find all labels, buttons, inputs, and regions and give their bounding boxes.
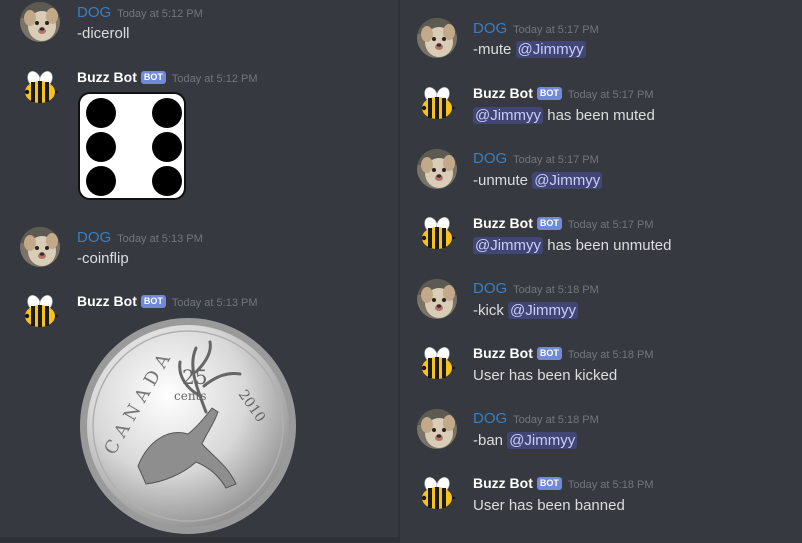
- canada-quarter-coin-image[interactable]: 25 cents 2010 CANADA: [78, 316, 298, 536]
- message-text: -coinflip: [77, 250, 129, 267]
- bee-avatar[interactable]: [20, 68, 60, 108]
- timestamp: Today at 5:12 PM: [117, 8, 203, 20]
- message-text: -kick @Jimmyy: [473, 302, 579, 319]
- timestamp: Today at 5:18 PM: [513, 414, 599, 426]
- message-text: -unmute @Jimmyy: [473, 172, 603, 189]
- bottom-divider: [0, 537, 400, 543]
- dice-pip: [86, 166, 116, 196]
- timestamp: Today at 5:17 PM: [513, 24, 599, 36]
- username[interactable]: Buzz Bot: [473, 215, 533, 231]
- username[interactable]: DOG: [473, 280, 507, 297]
- username[interactable]: DOG: [473, 20, 507, 37]
- timestamp: Today at 5:13 PM: [117, 233, 203, 245]
- username[interactable]: DOG: [473, 410, 507, 427]
- message-text: -mute @Jimmyy: [473, 41, 586, 58]
- dog-avatar[interactable]: [417, 18, 457, 58]
- bot-tag: BOT: [536, 347, 562, 360]
- coin-unit: cents: [174, 389, 207, 403]
- bee-avatar[interactable]: [20, 292, 60, 332]
- message-text: -diceroll: [77, 25, 130, 42]
- dice-pip: [152, 132, 182, 162]
- timestamp: Today at 5:18 PM: [567, 349, 654, 361]
- user-mention[interactable]: @Jimmyy: [473, 237, 544, 254]
- user-mention[interactable]: @Jimmyy: [532, 172, 603, 189]
- dice-pip: [86, 98, 116, 128]
- username[interactable]: Buzz Bot: [77, 69, 137, 85]
- user-mention[interactable]: @Jimmyy: [473, 107, 544, 124]
- bot-tag: BOT: [536, 477, 562, 490]
- timestamp: Today at 5:17 PM: [567, 219, 654, 231]
- dice-six-image[interactable]: [78, 92, 186, 200]
- message-text: User has been banned: [473, 497, 625, 514]
- username[interactable]: Buzz Bot: [473, 85, 533, 101]
- bot-tag: BOT: [536, 217, 562, 230]
- timestamp: Today at 5:17 PM: [567, 89, 654, 101]
- username[interactable]: DOG: [473, 150, 507, 167]
- user-mention[interactable]: @Jimmyy: [515, 41, 586, 58]
- dog-avatar[interactable]: [417, 149, 457, 189]
- dog-avatar[interactable]: [20, 2, 60, 42]
- bee-avatar[interactable]: [417, 214, 457, 254]
- user-mention[interactable]: @Jimmyy: [507, 432, 578, 449]
- left-chat-pane: DOG Today at 5:12 PM -diceroll Buzz Bot BO…: [0, 0, 400, 543]
- dog-avatar[interactable]: [417, 409, 457, 449]
- coin-denomination: 25: [182, 365, 207, 389]
- bee-avatar[interactable]: [417, 344, 457, 384]
- timestamp: Today at 5:17 PM: [513, 154, 599, 166]
- username[interactable]: Buzz Bot: [77, 293, 137, 309]
- bot-tag: BOT: [140, 71, 166, 84]
- dog-avatar[interactable]: [20, 227, 60, 267]
- message-text: @Jimmyy has been muted: [473, 107, 655, 124]
- right-chat-pane: DOG Today at 5:17 PM -mute @Jimmyy Buzz B…: [400, 0, 802, 543]
- timestamp: Today at 5:18 PM: [513, 284, 599, 296]
- timestamp: Today at 5:18 PM: [567, 479, 654, 491]
- timestamp: Today at 5:13 PM: [171, 297, 258, 309]
- dog-avatar[interactable]: [417, 279, 457, 319]
- bot-tag: BOT: [536, 87, 562, 100]
- dice-pip: [152, 98, 182, 128]
- dice-pip: [86, 132, 116, 162]
- username[interactable]: Buzz Bot: [473, 345, 533, 361]
- bee-avatar[interactable]: [417, 84, 457, 124]
- timestamp: Today at 5:12 PM: [171, 73, 258, 85]
- bee-avatar[interactable]: [417, 474, 457, 514]
- username[interactable]: Buzz Bot: [473, 475, 533, 491]
- message-text: User has been kicked: [473, 367, 618, 384]
- username[interactable]: DOG: [77, 229, 111, 246]
- username[interactable]: DOG: [77, 4, 111, 21]
- message-text: -ban @Jimmyy: [473, 432, 578, 449]
- user-mention[interactable]: @Jimmyy: [508, 302, 579, 319]
- dice-pip: [152, 166, 182, 196]
- bot-tag: BOT: [140, 295, 166, 308]
- message-text: @Jimmyy has been unmuted: [473, 237, 672, 254]
